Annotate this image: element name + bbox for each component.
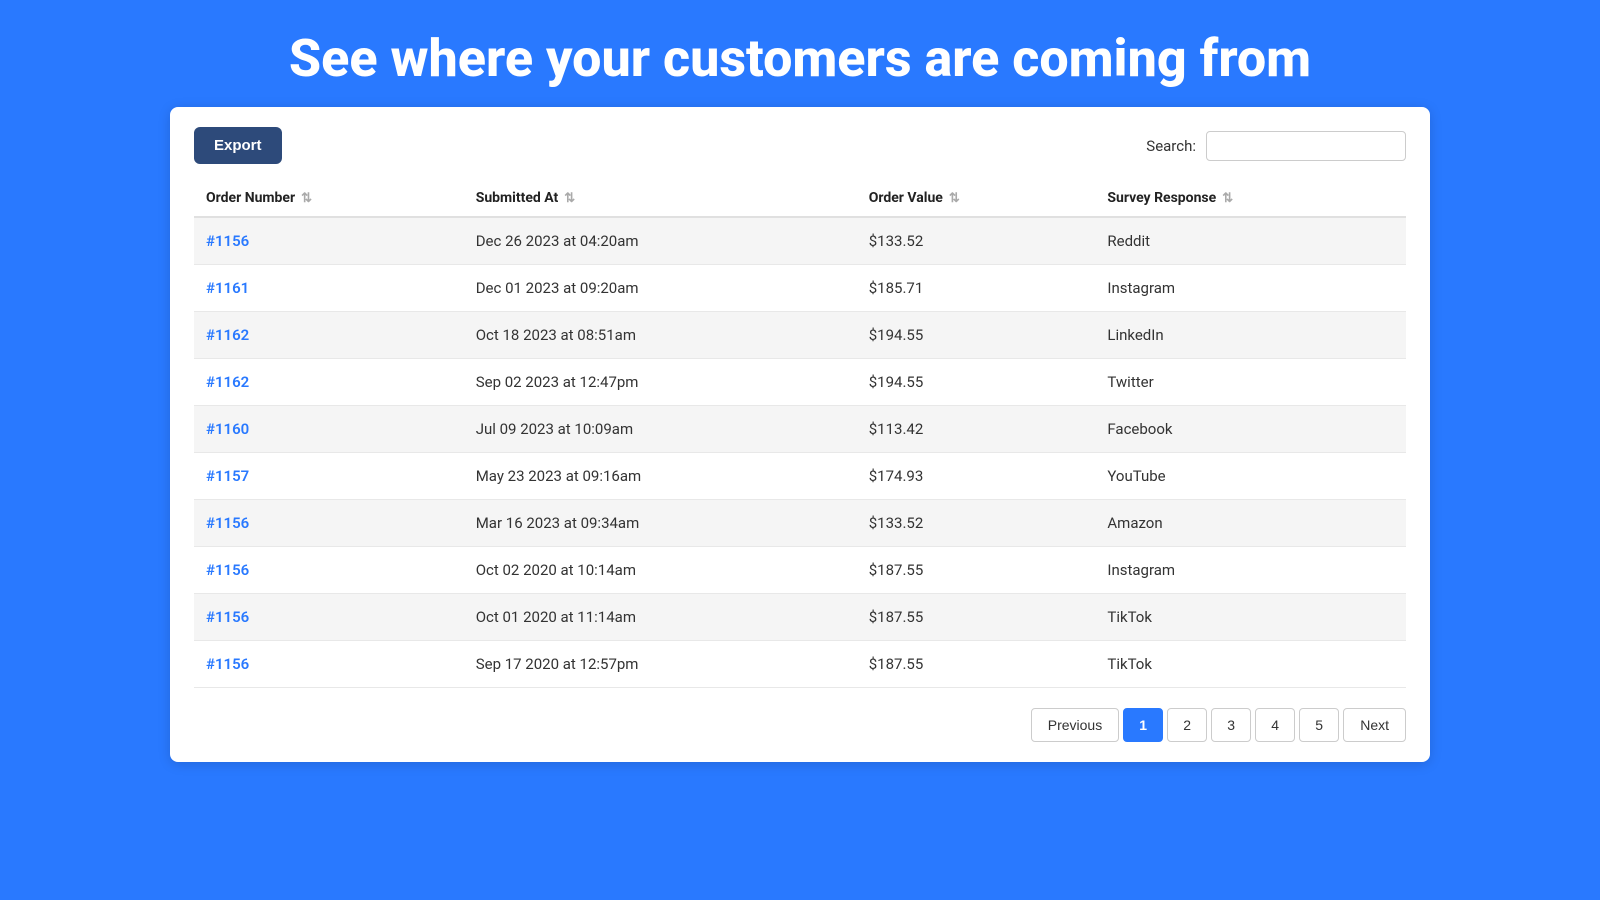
pagination-previous-button[interactable]: Previous [1031,708,1119,742]
table-body: #1156Dec 26 2023 at 04:20am$133.52Reddit… [194,217,1406,688]
table-row: #1156 Dec 26 2023 at 04:20am$133.52Reddit [194,217,1406,265]
table-row: #1162 Sep 02 2023 at 12:47pm$194.55Twitte… [194,359,1406,406]
table-row: #1156 Sep 17 2020 at 12:57pm$187.55TikTok [194,641,1406,688]
cell-order-number: #1156 [194,217,464,265]
cell-order-value: $185.71 [857,265,1096,312]
order-link[interactable]: #1162 [206,326,249,344]
cell-order-number: #1160 [194,406,464,453]
cell-submitted-at: Oct 02 2020 at 10:14am [464,547,857,594]
order-link[interactable]: #1160 [206,420,249,438]
pagination-page-1-button[interactable]: 1 [1123,708,1163,742]
pagination-page-2-button[interactable]: 2 [1167,708,1207,742]
main-card: Export Search: Order Number ⇅ Submitted … [170,107,1430,762]
cell-submitted-at: Dec 26 2023 at 04:20am [464,217,857,265]
pagination-page-4-button[interactable]: 4 [1255,708,1295,742]
cell-survey-response: Instagram [1095,547,1406,594]
order-link[interactable]: #1156 [206,655,249,673]
toolbar: Export Search: [194,127,1406,164]
cell-survey-response: Reddit [1095,217,1406,265]
cell-submitted-at: Oct 01 2020 at 11:14am [464,594,857,641]
order-link[interactable]: #1156 [206,514,249,532]
sort-icon-survey: ⇅ [1222,191,1233,206]
search-input[interactable] [1206,131,1406,161]
table-header-row: Order Number ⇅ Submitted At ⇅ Order Valu… [194,180,1406,217]
cell-submitted-at: Oct 18 2023 at 08:51am [464,312,857,359]
table-row: #1156 Mar 16 2023 at 09:34am$133.52Amazon [194,500,1406,547]
col-header-order-value[interactable]: Order Value ⇅ [857,180,1096,217]
cell-order-value: $174.93 [857,453,1096,500]
cell-survey-response: Facebook [1095,406,1406,453]
order-link[interactable]: #1157 [206,467,249,485]
order-link[interactable]: #1156 [206,561,249,579]
cell-order-value: $187.55 [857,594,1096,641]
table-row: #1160 Jul 09 2023 at 10:09am$113.42Facebo… [194,406,1406,453]
cell-order-value: $113.42 [857,406,1096,453]
table-row: #1162 Oct 18 2023 at 08:51am$194.55Linked… [194,312,1406,359]
order-link[interactable]: #1156 [206,608,249,626]
order-link[interactable]: #1162 [206,373,249,391]
cell-order-number: #1162 [194,359,464,406]
cell-order-number: #1156 [194,547,464,594]
search-area: Search: [1146,131,1406,161]
cell-order-number: #1156 [194,500,464,547]
order-link[interactable]: #1161 [206,279,249,297]
cell-survey-response: LinkedIn [1095,312,1406,359]
col-header-submitted-at[interactable]: Submitted At ⇅ [464,180,857,217]
cell-order-value: $133.52 [857,217,1096,265]
cell-submitted-at: May 23 2023 at 09:16am [464,453,857,500]
cell-survey-response: YouTube [1095,453,1406,500]
cell-order-number: #1161 [194,265,464,312]
cell-order-value: $194.55 [857,359,1096,406]
table-row: #1156 Oct 01 2020 at 11:14am$187.55TikTok [194,594,1406,641]
cell-submitted-at: Mar 16 2023 at 09:34am [464,500,857,547]
cell-submitted-at: Jul 09 2023 at 10:09am [464,406,857,453]
col-header-survey-response[interactable]: Survey Response ⇅ [1095,180,1406,217]
cell-order-number: #1157 [194,453,464,500]
pagination-page-5-button[interactable]: 5 [1299,708,1339,742]
data-table: Order Number ⇅ Submitted At ⇅ Order Valu… [194,180,1406,688]
table-row: #1161 Dec 01 2023 at 09:20am$185.71Instag… [194,265,1406,312]
cell-order-value: $187.55 [857,547,1096,594]
sort-icon-order: ⇅ [301,191,312,206]
sort-icon-value: ⇅ [949,191,960,206]
cell-survey-response: Twitter [1095,359,1406,406]
cell-survey-response: Instagram [1095,265,1406,312]
cell-survey-response: Amazon [1095,500,1406,547]
cell-survey-response: TikTok [1095,594,1406,641]
pagination-next-button[interactable]: Next [1343,708,1406,742]
cell-submitted-at: Dec 01 2023 at 09:20am [464,265,857,312]
cell-order-number: #1156 [194,594,464,641]
pagination-page-3-button[interactable]: 3 [1211,708,1251,742]
search-label: Search: [1146,137,1196,155]
page-title: See where your customers are coming from [269,0,1331,107]
sort-icon-submitted: ⇅ [564,191,575,206]
export-button[interactable]: Export [194,127,282,164]
cell-survey-response: TikTok [1095,641,1406,688]
cell-order-number: #1162 [194,312,464,359]
cell-submitted-at: Sep 17 2020 at 12:57pm [464,641,857,688]
table-row: #1156 Oct 02 2020 at 10:14am$187.55Instag… [194,547,1406,594]
cell-order-value: $133.52 [857,500,1096,547]
cell-submitted-at: Sep 02 2023 at 12:47pm [464,359,857,406]
order-link[interactable]: #1156 [206,232,249,250]
col-header-order-number[interactable]: Order Number ⇅ [194,180,464,217]
table-row: #1157 May 23 2023 at 09:16am$174.93YouTub… [194,453,1406,500]
cell-order-value: $194.55 [857,312,1096,359]
cell-order-value: $187.55 [857,641,1096,688]
cell-order-number: #1156 [194,641,464,688]
pagination: Previous 1 2 3 4 5 Next [194,708,1406,742]
